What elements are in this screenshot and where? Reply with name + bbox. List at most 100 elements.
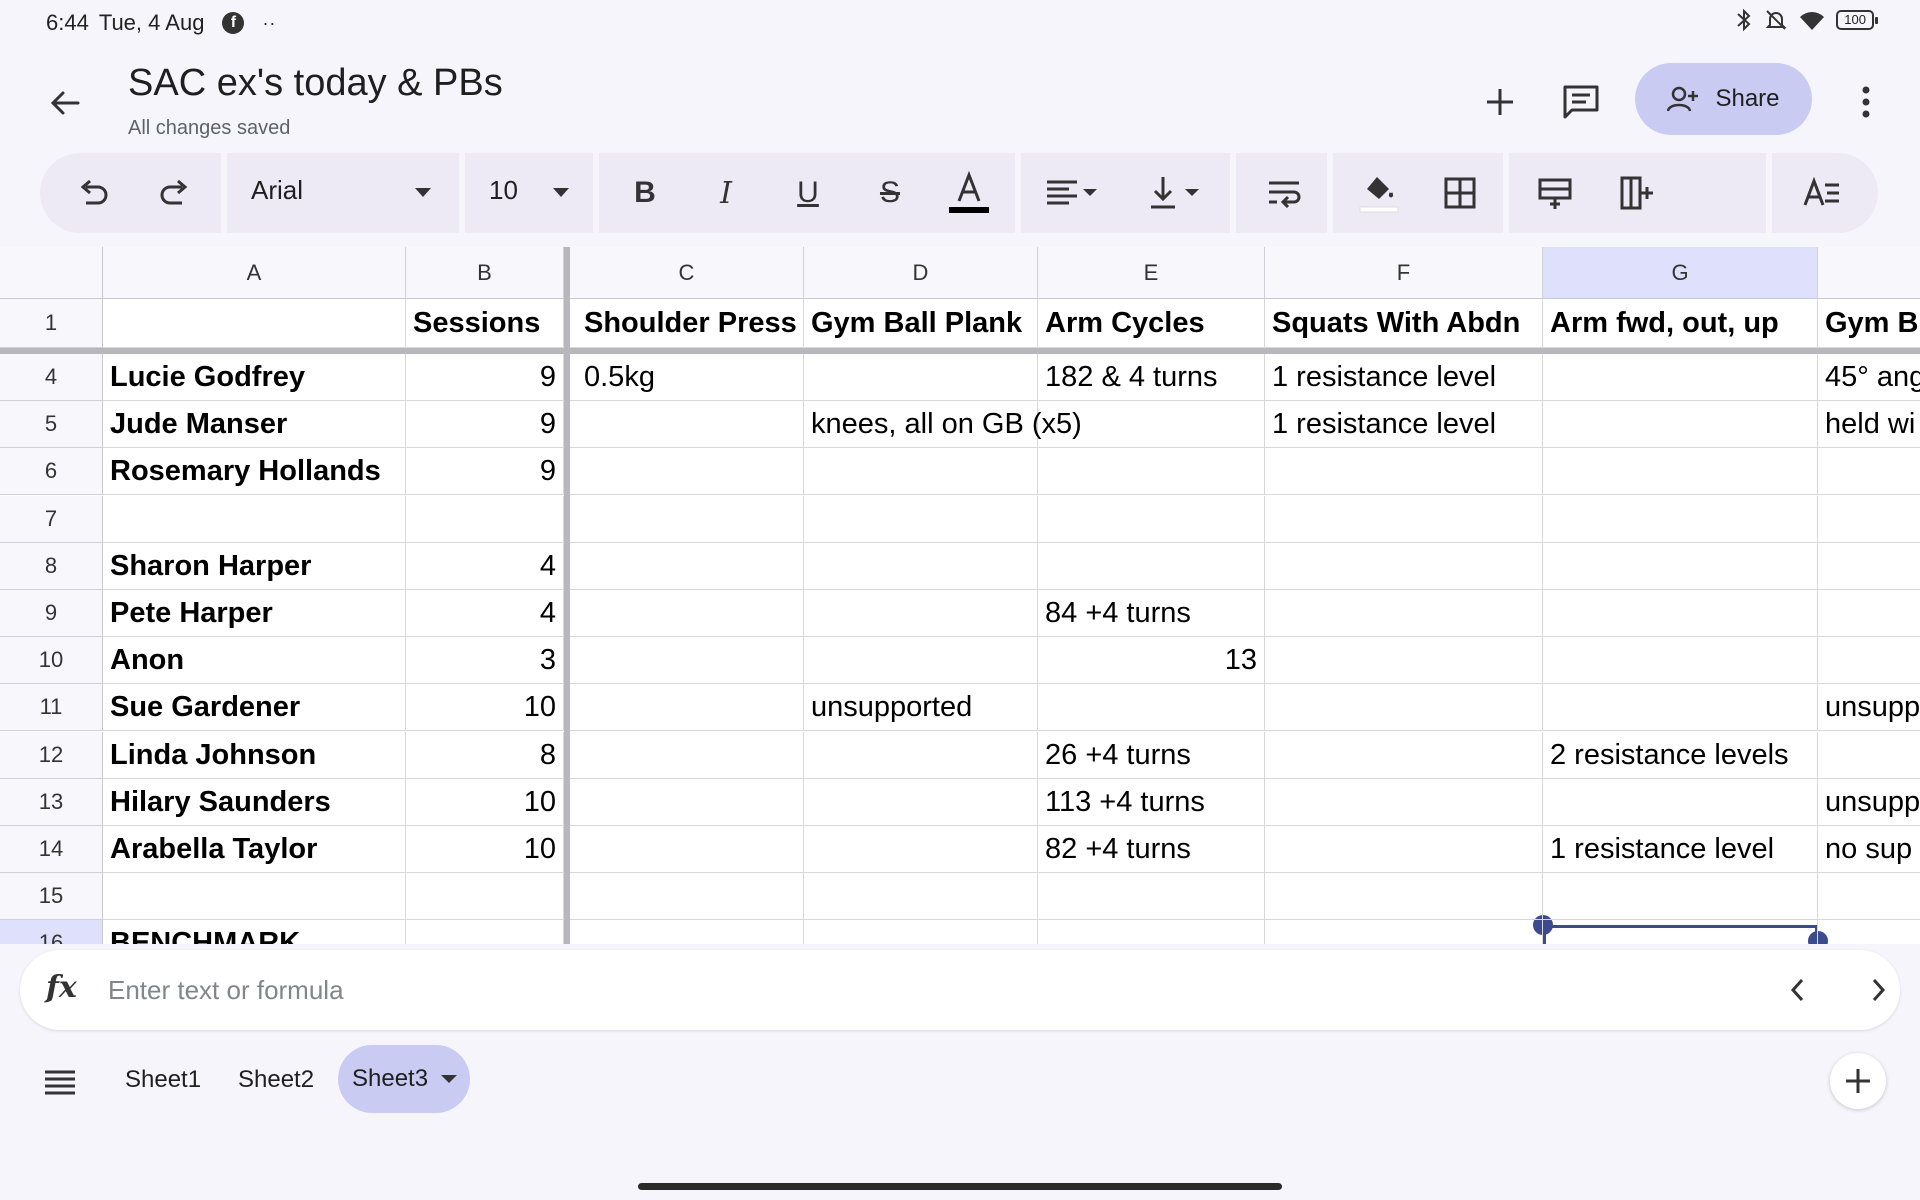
column-header[interactable]: B [406,247,564,299]
table-cell[interactable]: Linda Johnson [103,732,406,779]
table-cell[interactable] [1265,590,1543,637]
table-cell[interactable] [1543,354,1818,401]
column-header[interactable]: E [1038,247,1265,299]
row-header[interactable]: 16 [0,920,103,944]
row-header[interactable]: 7 [0,496,103,543]
add-sheet-button[interactable] [1830,1053,1886,1109]
table-cell[interactable]: 9 [406,448,564,495]
table-cell[interactable]: 9 [406,354,564,401]
table-cell[interactable] [1038,401,1265,448]
table-cell[interactable] [1543,637,1818,684]
table-cell[interactable]: Hilary Saunders [103,779,406,826]
table-cell[interactable]: unsupported [804,684,1038,731]
table-cell[interactable]: Anon [103,637,406,684]
row-header[interactable]: 11 [0,684,103,731]
row-header[interactable]: 9 [0,590,103,637]
all-sheets-button[interactable] [36,1058,84,1106]
table-cell[interactable] [570,920,804,944]
table-cell[interactable]: Sue Gardener [103,684,406,731]
column-header[interactable]: A [103,247,406,299]
table-cell[interactable]: unsupp [1818,684,1920,731]
table-cell[interactable] [1543,873,1818,920]
sheet-tab-2[interactable]: Sheet2 [238,1066,314,1094]
column-title-cell[interactable]: Arm Cycles [1038,299,1265,348]
row-header[interactable]: 4 [0,354,103,401]
table-cell[interactable] [1265,543,1543,590]
table-cell[interactable] [1265,779,1543,826]
table-cell[interactable] [103,496,406,543]
row-header[interactable]: 5 [0,401,103,448]
table-cell[interactable]: 8 [406,732,564,779]
table-cell[interactable] [570,873,804,920]
table-cell[interactable] [1038,448,1265,495]
table-cell[interactable] [1265,873,1543,920]
column-title-cell[interactable]: Shoulder Press [570,299,804,348]
gesture-home-bar[interactable] [638,1183,1282,1190]
select-all-corner[interactable] [0,247,103,299]
table-cell[interactable] [570,637,804,684]
table-cell[interactable]: Arabella Taylor [103,826,406,873]
column-header[interactable]: G [1543,247,1818,299]
row-header[interactable]: 1 [0,299,103,348]
table-cell[interactable]: 84 +4 turns [1038,590,1265,637]
italic-button[interactable]: I [700,167,752,219]
row-header[interactable]: 6 [0,448,103,495]
table-cell[interactable] [1818,637,1920,684]
table-cell[interactable] [1265,637,1543,684]
table-cell[interactable]: 4 [406,543,564,590]
table-cell[interactable] [570,590,804,637]
table-cell[interactable]: 1 resistance level [1265,401,1543,448]
row-header[interactable]: 10 [0,637,103,684]
table-cell[interactable] [1265,448,1543,495]
table-cell[interactable] [804,637,1038,684]
table-cell[interactable]: Jude Manser [103,401,406,448]
table-cell[interactable] [1543,543,1818,590]
table-cell[interactable]: 2 resistance levels [1543,732,1818,779]
table-cell[interactable]: held wi [1818,401,1920,448]
table-cell[interactable]: 182 & 4 turns [1038,354,1265,401]
table-cell[interactable] [1038,496,1265,543]
table-cell[interactable]: BENCHMARK [103,920,406,944]
table-cell[interactable] [1038,684,1265,731]
table-cell[interactable] [804,590,1038,637]
table-cell[interactable]: 1 resistance level [1265,354,1543,401]
table-cell[interactable] [804,920,1038,944]
column-title-cell[interactable] [103,299,406,348]
table-cell[interactable] [1818,496,1920,543]
table-cell[interactable] [570,732,804,779]
sheet-tab-1[interactable]: Sheet1 [125,1066,201,1094]
table-cell[interactable]: unsupp [1818,779,1920,826]
table-cell[interactable] [1543,448,1818,495]
table-cell[interactable] [406,873,564,920]
table-cell[interactable]: 1 resistance level [1543,826,1818,873]
table-cell[interactable]: 82 +4 turns [1038,826,1265,873]
table-cell[interactable] [804,732,1038,779]
fill-color-button[interactable] [1353,167,1405,219]
next-cell-button[interactable] [1854,966,1902,1014]
table-cell[interactable] [1038,920,1265,944]
table-cell[interactable] [103,873,406,920]
table-cell[interactable] [1543,779,1818,826]
table-cell[interactable] [1265,920,1543,944]
row-header[interactable]: 12 [0,732,103,779]
table-cell[interactable] [1543,920,1818,944]
insert-column-button[interactable] [1611,167,1663,219]
underline-button[interactable]: U [782,167,834,219]
table-cell[interactable]: 45° ang [1818,354,1920,401]
table-cell[interactable]: 26 +4 turns [1038,732,1265,779]
table-cell[interactable]: 0.5kg [570,354,804,401]
table-cell[interactable]: 10 [406,779,564,826]
previous-cell-button[interactable] [1774,966,1822,1014]
sheet-tab-3[interactable]: Sheet3 [338,1045,470,1113]
table-cell[interactable] [1818,920,1920,944]
table-cell[interactable]: 9 [406,401,564,448]
table-cell[interactable] [1818,873,1920,920]
row-header[interactable]: 14 [0,826,103,873]
table-cell[interactable]: 10 [406,684,564,731]
table-cell[interactable] [1038,873,1265,920]
table-cell[interactable] [1543,684,1818,731]
table-cell[interactable] [1265,732,1543,779]
table-cell[interactable]: 13 [1038,637,1265,684]
table-cell[interactable]: Sharon Harper [103,543,406,590]
bold-button[interactable]: B [619,167,671,219]
